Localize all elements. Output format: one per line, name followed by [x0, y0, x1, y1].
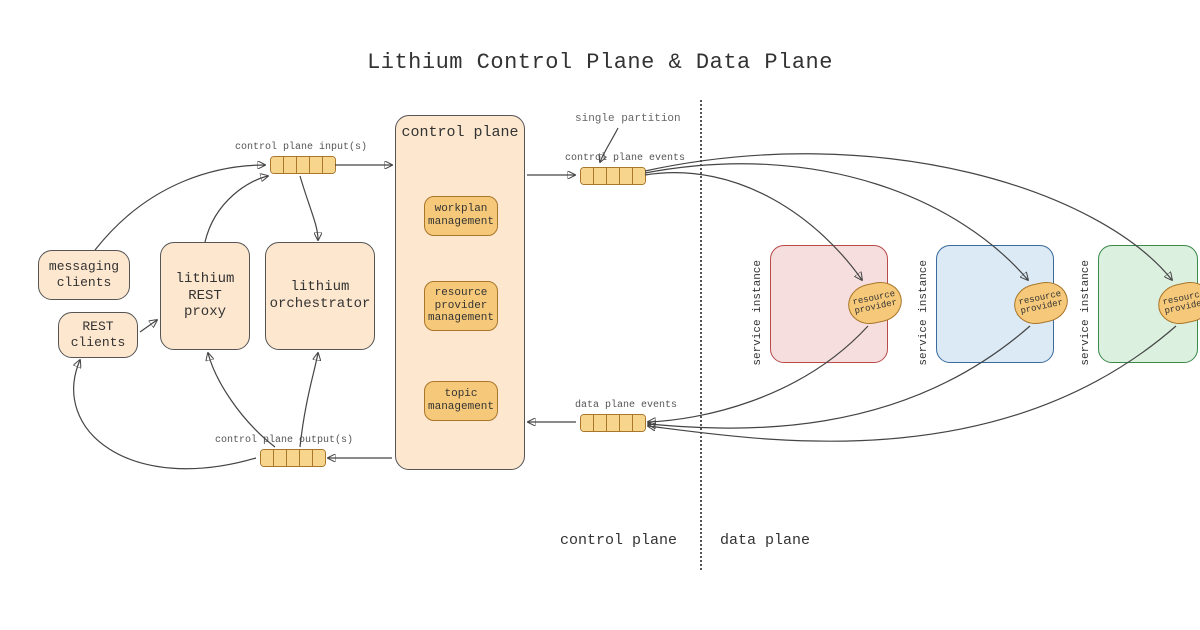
resource-provider-mgmt-box: resource provider management	[424, 281, 498, 331]
cp-events-queue-label: control plane events	[565, 153, 685, 164]
topic-mgmt-box: topic management	[424, 381, 498, 421]
service-instance-label-1: service instance	[752, 260, 764, 366]
control-plane-header: control plane	[396, 124, 524, 141]
outputs-queue-label: control plane output(s)	[215, 435, 353, 446]
single-partition-note: single partition	[575, 113, 681, 125]
rest-clients-box: REST clients	[58, 312, 138, 358]
dp-events-queue	[580, 414, 646, 432]
lithium-orchestrator-box: lithium orchestrator	[265, 242, 375, 350]
dp-events-queue-label: data plane events	[575, 400, 677, 411]
outputs-queue	[260, 449, 326, 467]
inputs-queue-label: control plane input(s)	[235, 142, 367, 153]
messaging-clients-box: messaging clients	[38, 250, 130, 300]
cp-events-queue	[580, 167, 646, 185]
lithium-rest-proxy-box: lithium REST proxy	[160, 242, 250, 350]
section-label-data-plane: data plane	[720, 532, 810, 549]
service-instance-label-3: service instance	[1080, 260, 1092, 366]
inputs-queue	[270, 156, 336, 174]
section-label-control-plane: control plane	[560, 532, 677, 549]
workplan-mgmt-box: workplan management	[424, 196, 498, 236]
diagram-title: Lithium Control Plane & Data Plane	[367, 50, 833, 75]
control-plane-container: control plane workplan management resour…	[395, 115, 525, 470]
service-instance-label-2: service instance	[918, 260, 930, 366]
plane-divider	[700, 100, 702, 570]
